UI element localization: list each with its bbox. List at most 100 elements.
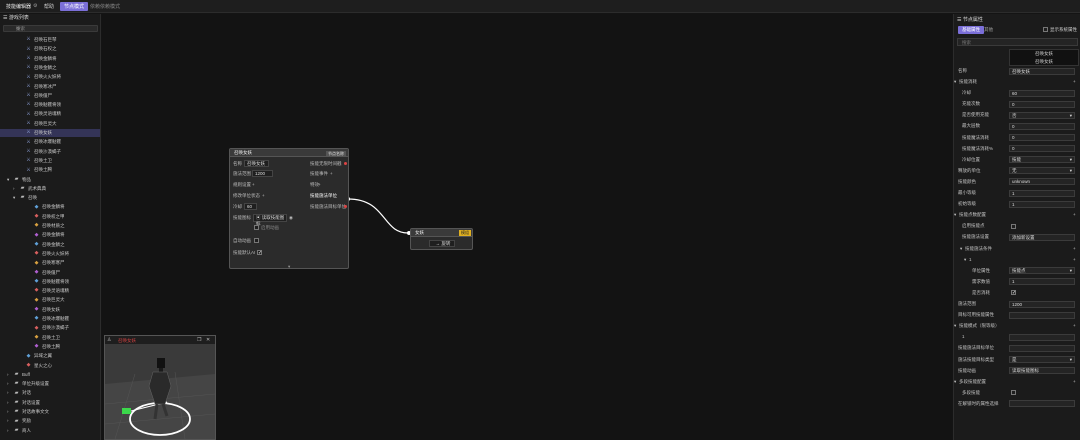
section-label[interactable]: 1: [969, 256, 972, 264]
property-input[interactable]: 1: [1009, 278, 1075, 286]
tree-item[interactable]: ◆ 召唤寒寒尸: [0, 259, 100, 267]
add-icon[interactable]: +: [318, 182, 321, 187]
tree-item[interactable]: ◆ 召唤灵语魂精: [0, 287, 100, 295]
tree-item[interactable]: ⚔ 召唤沙漠蝎子: [0, 148, 100, 156]
tree-item[interactable]: › ▰ 对话故事文文: [0, 408, 100, 416]
skill-node[interactable]: 召唤女妖 节点名称 名称 召唤女妖 施法范围 1200 规则设置 + 修改单位状…: [229, 148, 349, 269]
chevron-down-icon[interactable]: ▾: [964, 256, 966, 264]
section-label[interactable]: 技能点数配置: [959, 211, 986, 219]
chevron-down-icon[interactable]: ▾: [7, 176, 9, 184]
add-icon[interactable]: +: [1073, 245, 1076, 253]
add-icon[interactable]: +: [1073, 322, 1076, 330]
tab-node-mode[interactable]: 节点模式: [60, 2, 89, 11]
icon-select[interactable]: ▣ 读取技能图标: [253, 214, 287, 226]
output-pin[interactable]: [344, 162, 347, 165]
anim-checkbox[interactable]: [254, 225, 259, 230]
tree-item[interactable]: › ▰ 对话设置: [0, 399, 100, 407]
tree-item[interactable]: ⚔ 召唤女妖: [0, 129, 100, 137]
chevron-down-icon[interactable]: ▾: [954, 322, 956, 330]
add-icon[interactable]: +: [330, 171, 333, 176]
auto-checkbox[interactable]: [254, 238, 259, 243]
property-input[interactable]: unknown: [1009, 178, 1075, 186]
chevron-down-icon[interactable]: ▾: [954, 211, 956, 219]
property-checkbox[interactable]: [1011, 390, 1016, 396]
gear-icon[interactable]: ⚙: [33, 3, 37, 9]
tree-item[interactable]: ◆ 召唤金鳞将: [0, 203, 100, 211]
tree-item[interactable]: ◆ 召唤权之甲: [0, 213, 100, 221]
tree-item[interactable]: › ▰ 单位升级设置: [0, 380, 100, 388]
chevron-down-icon[interactable]: ▾: [960, 245, 962, 253]
tree-item[interactable]: › ▰ 商人: [0, 427, 100, 435]
chevron-right-icon[interactable]: ›: [13, 185, 15, 193]
rotate-button[interactable]: → 旋转: [429, 240, 455, 247]
property-input[interactable]: [1009, 333, 1075, 341]
left-search-input[interactable]: ⚙ 搜索: [3, 25, 98, 32]
chevron-right-icon[interactable]: ›: [7, 417, 9, 425]
tree-item[interactable]: ⚔ 召唤土腾: [0, 166, 100, 174]
add-icon[interactable]: +: [1073, 211, 1076, 219]
property-input[interactable]: 0: [1009, 122, 1075, 130]
add-icon[interactable]: +: [1073, 378, 1076, 386]
property-input[interactable]: 读取技能图标: [1009, 367, 1075, 375]
tab-basic-props[interactable]: 基础属性: [958, 26, 984, 34]
add-icon[interactable]: +: [1073, 78, 1076, 86]
close-icon[interactable]: ✕: [206, 337, 210, 343]
tree-item[interactable]: ⚔ 召唤寒冰尸: [0, 83, 100, 91]
chevron-right-icon[interactable]: ›: [7, 380, 9, 388]
tree-item[interactable]: ◆ 召唤金鳞之: [0, 241, 100, 249]
tree-item[interactable]: ◆ 召唤材质之: [0, 222, 100, 230]
property-input[interactable]: [1009, 344, 1075, 352]
tree-item[interactable]: ◆ 召唤骷髅将领: [0, 278, 100, 286]
tree-item[interactable]: ◆ 召唤土腾: [0, 343, 100, 351]
section-label[interactable]: 技能施法条件: [965, 245, 992, 253]
chevron-right-icon[interactable]: ›: [7, 399, 9, 407]
tree-item[interactable]: › ▰ 武术典典: [0, 185, 100, 193]
property-input[interactable]: 60: [1009, 89, 1075, 97]
resize-handle-icon[interactable]: ▾: [288, 264, 290, 270]
property-input[interactable]: 添加新设置: [1009, 233, 1075, 241]
tree-item[interactable]: ◆ 召唤女妖: [0, 306, 100, 314]
tree-item[interactable]: ⚔ 召唤石权之: [0, 45, 100, 53]
tree-item[interactable]: ⚔ 召唤金鳞之: [0, 64, 100, 72]
node-canvas[interactable]: 召唤女妖 节点名称 名称 召唤女妖 施法范围 1200 规则设置 + 修改单位状…: [102, 14, 952, 440]
property-dropdown[interactable]: 否 ▾: [1009, 111, 1075, 119]
settings-icon[interactable]: ◉: [289, 215, 293, 221]
chevron-right-icon[interactable]: ›: [7, 371, 9, 379]
range-input[interactable]: 1200: [252, 170, 273, 177]
tree-item[interactable]: ▾ ▰ 召唤: [0, 194, 100, 202]
name-input[interactable]: 召唤女妖: [244, 160, 269, 167]
property-dropdown[interactable]: 无 ▾: [1009, 167, 1075, 175]
add-icon[interactable]: +: [262, 193, 265, 198]
tree-item[interactable]: ◆ 异域之翼: [0, 352, 100, 360]
add-icon[interactable]: +: [1073, 256, 1076, 264]
tree-item[interactable]: › ▰ Buff: [0, 371, 100, 379]
property-checkbox[interactable]: ✓: [1011, 290, 1016, 296]
property-input[interactable]: 1: [1009, 200, 1075, 208]
property-dropdown[interactable]: 技能 ▾: [1009, 156, 1075, 164]
tree-item[interactable]: ◆ 召唤金鳞将: [0, 231, 100, 239]
show-system-checkbox[interactable]: [1043, 27, 1048, 32]
tree-item[interactable]: ⚔ 召唤冰爆骷髅: [0, 138, 100, 146]
name-field[interactable]: 召唤女妖: [1009, 67, 1075, 75]
chevron-down-icon[interactable]: ▾: [13, 194, 15, 202]
property-checkbox[interactable]: [1011, 223, 1016, 229]
add-icon[interactable]: +: [252, 182, 255, 187]
property-input[interactable]: 1: [1009, 189, 1075, 197]
tree-item[interactable]: ◆ 召唤巨灵大: [0, 296, 100, 304]
chevron-right-icon[interactable]: ›: [7, 389, 9, 397]
tree-item[interactable]: ◆ 召唤冰爆骷髅: [0, 315, 100, 323]
properties-search-input[interactable]: 搜索: [957, 38, 1078, 46]
tree-item[interactable]: ◆ 召唤沙漠蝎子: [0, 324, 100, 332]
property-input[interactable]: 0: [1009, 134, 1075, 141]
tree-item[interactable]: › ▰ 对话: [0, 389, 100, 397]
property-input[interactable]: 0: [1009, 145, 1075, 153]
tree-item[interactable]: › ▰ 奖励: [0, 417, 100, 425]
property-input[interactable]: [1009, 311, 1075, 319]
tree-item[interactable]: ◆ 召唤火火妖将: [0, 250, 100, 258]
chevron-right-icon[interactable]: ›: [7, 408, 9, 416]
tree-item[interactable]: ⚔ 召唤巨灵大: [0, 120, 100, 128]
preview-window[interactable]: ♙ 召唤女妖 ❐ ✕: [104, 335, 216, 440]
property-dropdown[interactable]: 是 ▾: [1009, 356, 1075, 363]
property-dropdown[interactable]: 技能点 ▾: [1009, 267, 1075, 275]
tab-other[interactable]: 其他: [984, 27, 993, 33]
